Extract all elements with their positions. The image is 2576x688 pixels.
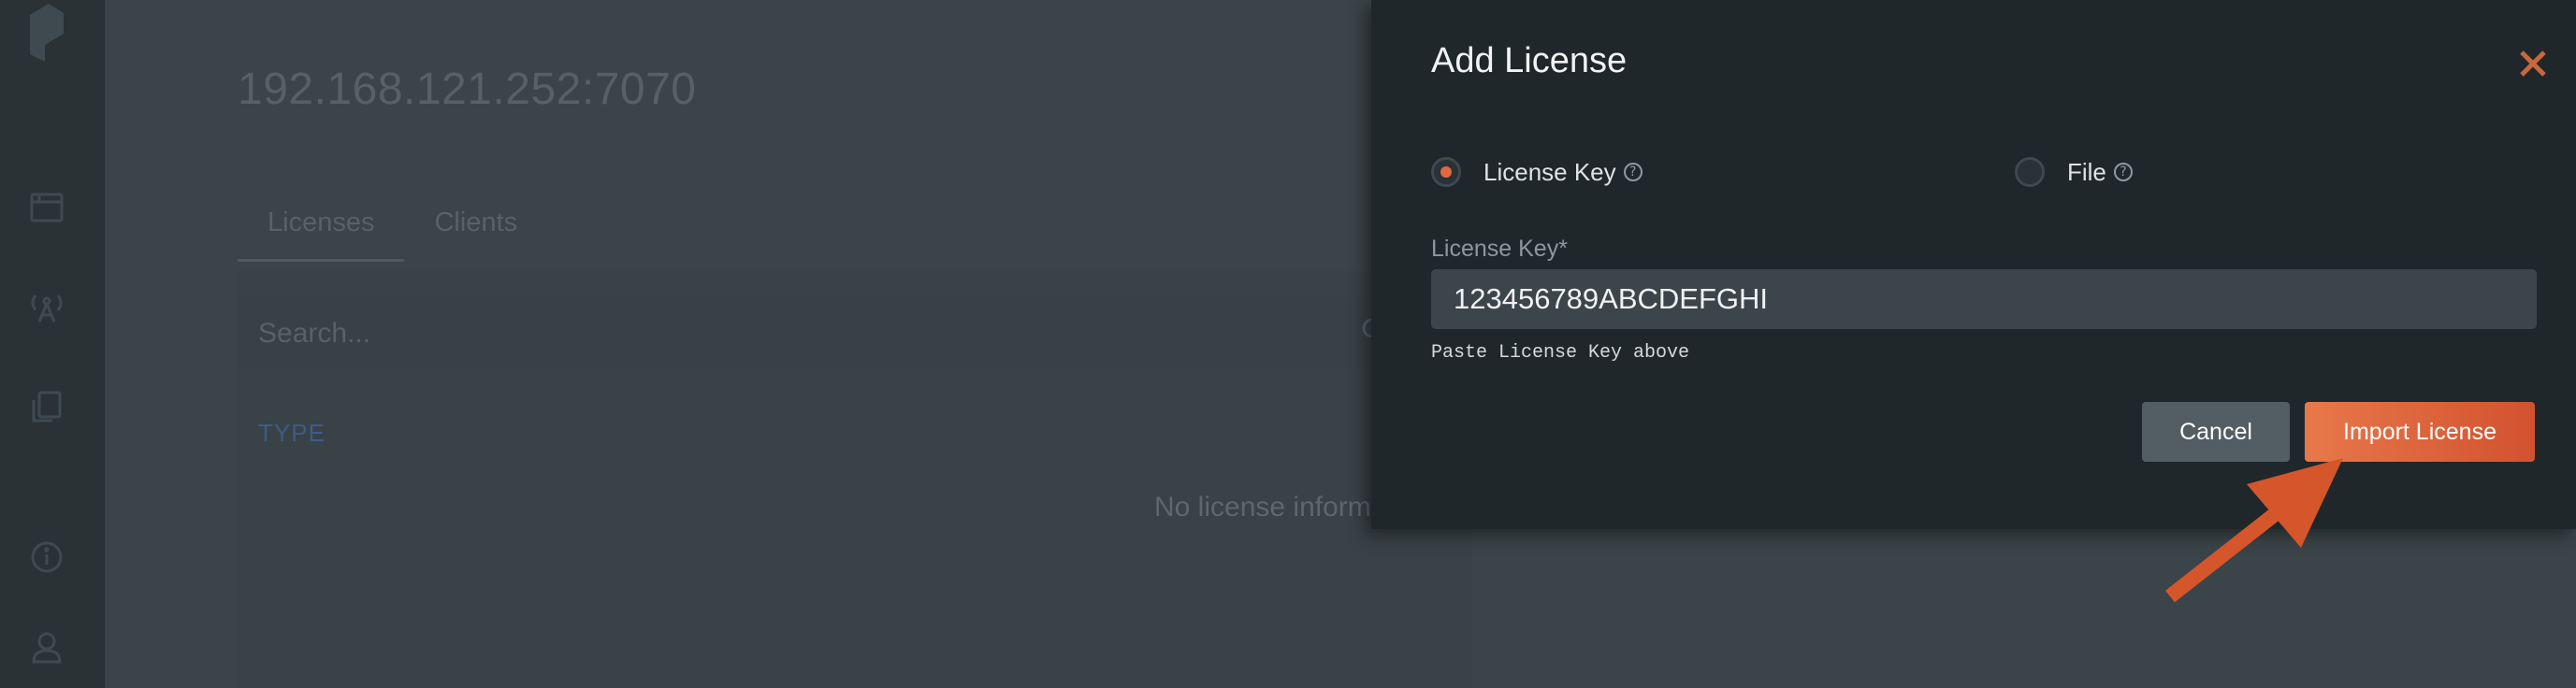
license-key-field-label: License Key*	[1431, 236, 1568, 262]
tab-bar: Licenses Clients	[238, 208, 547, 262]
close-button[interactable]	[2514, 45, 2552, 82]
licenses-icon[interactable]	[26, 385, 67, 426]
license-key-radio[interactable]	[1431, 157, 1461, 187]
tab-clients[interactable]: Clients	[404, 208, 547, 262]
license-key-field[interactable]	[1431, 269, 2537, 329]
search-input[interactable]	[256, 314, 1336, 353]
dialog-title: Add License	[1431, 41, 1628, 80]
add-license-dialog: Add License License Key ? File ? License…	[1371, 0, 2576, 529]
help-icon[interactable]: ?	[2113, 163, 2133, 181]
option-file[interactable]: File ?	[2015, 157, 2133, 187]
page-title: 192.168.121.252:7070	[238, 64, 697, 114]
column-header-type[interactable]: TYPE	[258, 419, 326, 448]
radio-selected-dot	[1440, 166, 1452, 178]
license-key-hint: Paste License Key above	[1431, 342, 1690, 364]
help-icon[interactable]: ?	[1623, 163, 1643, 181]
info-icon[interactable]	[26, 537, 67, 578]
close-icon	[2520, 50, 2546, 77]
file-label[interactable]: File	[2067, 158, 2106, 187]
search-bar	[238, 297, 1427, 368]
license-key-label[interactable]: License Key	[1483, 158, 1616, 187]
user-icon[interactable]	[26, 626, 67, 667]
broadcast-icon[interactable]	[26, 286, 67, 327]
file-radio[interactable]	[2015, 157, 2045, 187]
tab-licenses[interactable]: Licenses	[238, 208, 405, 262]
option-license-key[interactable]: License Key ?	[1431, 157, 1643, 187]
logo-icon[interactable]	[26, 4, 67, 62]
nav-rail	[0, 0, 105, 688]
annotation-arrow-icon	[2165, 458, 2343, 603]
dashboard-icon[interactable]	[26, 187, 67, 228]
